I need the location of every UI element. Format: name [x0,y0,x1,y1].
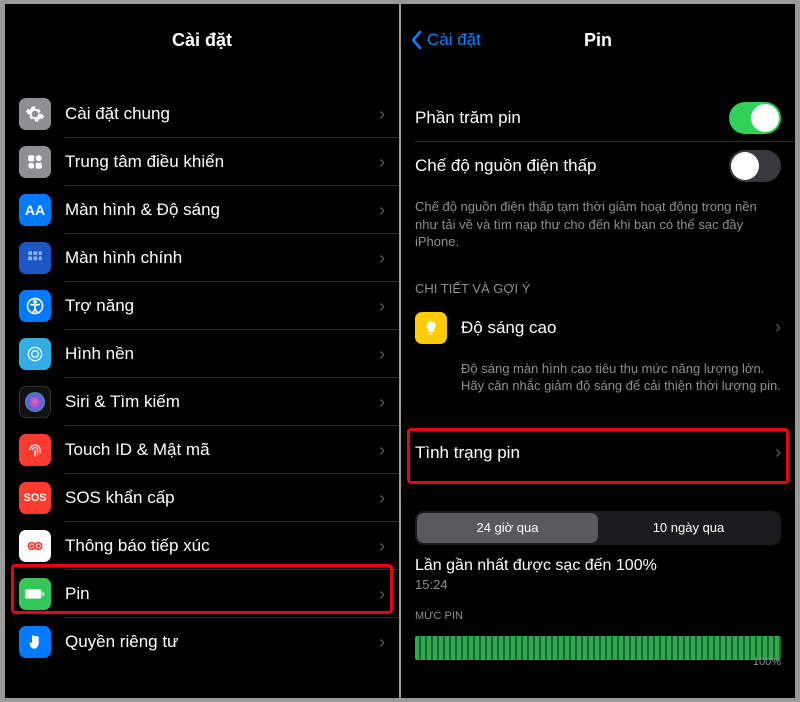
time-range-segmented-control[interactable]: 24 giờ qua 10 ngày qua [415,511,781,545]
row-label: Trung tâm điều khiển [65,152,379,172]
row-accessibility[interactable]: Trợ năng › [5,282,399,330]
row-label: Màn hình & Độ sáng [65,200,379,220]
battery-screen: Cài đặt Pin Phần trăm pin Chế độ nguồn đ… [401,4,795,698]
brightness-description: Độ sáng màn hình cao tiêu thụ mức năng l… [401,352,795,399]
chevron-right-icon: › [379,488,385,509]
row-display[interactable]: AA Màn hình & Độ sáng › [5,186,399,234]
fingerprint-icon [19,434,51,466]
row-label: Độ sáng cao [461,318,775,338]
row-label: Trợ năng [65,296,379,316]
row-privacy[interactable]: Quyền riêng tư › [5,618,399,666]
row-brightness-insight[interactable]: Độ sáng cao › [401,304,795,352]
row-battery[interactable]: Pin › [5,570,399,618]
row-label: Pin [65,584,379,604]
gear-icon [19,98,51,130]
chevron-right-icon: › [379,200,385,221]
row-siri[interactable]: Siri & Tìm kiếm › [5,378,399,426]
page-title: Cài đặt [172,30,232,51]
chevron-right-icon: › [379,440,385,461]
sos-icon: SOS [19,482,51,514]
row-battery-health[interactable]: Tình trạng pin › [401,429,795,477]
row-label: Tình trạng pin [415,443,775,463]
chevron-right-icon: › [379,296,385,317]
chevron-right-icon: › [775,317,781,338]
row-label: Chế độ nguồn điện thấp [415,156,729,176]
chevron-right-icon: › [379,344,385,365]
siri-icon [19,386,51,418]
row-label: SOS khẩn cấp [65,488,379,508]
row-wallpaper[interactable]: Hình nền › [5,330,399,378]
chevron-right-icon: › [379,392,385,413]
row-label: Phần trăm pin [415,108,729,128]
row-label: Quyền riêng tư [65,632,379,652]
privacy-icon [19,626,51,658]
chevron-right-icon: › [775,442,781,463]
chevron-right-icon: › [379,104,385,125]
insights-header: CHI TIẾT VÀ GỢI Ý [401,255,795,304]
display-icon: AA [19,194,51,226]
row-label: Touch ID & Mật mã [65,440,379,460]
last-charge-label: Lần gần nhất được sạc đến 100% [401,551,795,575]
chevron-right-icon: › [379,632,385,653]
exposure-icon [19,530,51,562]
navbar: Cài đặt [5,14,399,60]
row-touchid[interactable]: Touch ID & Mật mã › [5,426,399,474]
control-center-icon [19,146,51,178]
home-screen-icon [19,242,51,274]
row-low-power-mode[interactable]: Chế độ nguồn điện thấp [401,142,795,190]
low-power-description: Chế độ nguồn điện thấp tạm thời giảm hoạ… [401,190,795,255]
wallpaper-icon [19,338,51,370]
segment-10d[interactable]: 10 ngày qua [598,513,779,543]
row-label: Màn hình chính [65,248,379,268]
row-label: Thông báo tiếp xúc [65,536,379,556]
toggle-battery-percentage[interactable] [729,102,781,134]
row-battery-percentage[interactable]: Phần trăm pin [401,94,795,142]
chart-100-label: 100% [753,656,781,668]
segment-24h[interactable]: 24 giờ qua [417,513,598,543]
status-bar [401,4,795,14]
bulb-icon [415,312,447,344]
row-label: Hình nền [65,344,379,364]
chevron-right-icon: › [379,248,385,269]
row-label: Siri & Tìm kiếm [65,392,379,412]
navbar: Cài đặt Pin [401,14,795,60]
row-sos[interactable]: SOS SOS khẩn cấp › [5,474,399,522]
chevron-right-icon: › [379,536,385,557]
chevron-right-icon: › [379,152,385,173]
battery-level-chart [415,636,781,660]
row-general[interactable]: Cài đặt chung › [5,90,399,138]
last-charge-time: 15:24 [401,575,795,592]
chevron-right-icon: › [379,584,385,605]
row-home-screen[interactable]: Màn hình chính › [5,234,399,282]
back-label: Cài đặt [427,30,481,50]
row-label: Cài đặt chung [65,104,379,124]
accessibility-icon [19,290,51,322]
back-button[interactable]: Cài đặt [411,30,481,50]
row-control-center[interactable]: Trung tâm điều khiển › [5,138,399,186]
page-title: Pin [584,30,612,51]
settings-screen: Cài đặt Cài đặt chung › Trung tâm điều k… [5,4,399,698]
toggle-low-power-mode[interactable] [729,150,781,182]
status-bar [5,4,399,14]
battery-level-header: MỨC PIN [401,592,795,630]
battery-icon [19,578,51,610]
row-exposure[interactable]: Thông báo tiếp xúc › [5,522,399,570]
